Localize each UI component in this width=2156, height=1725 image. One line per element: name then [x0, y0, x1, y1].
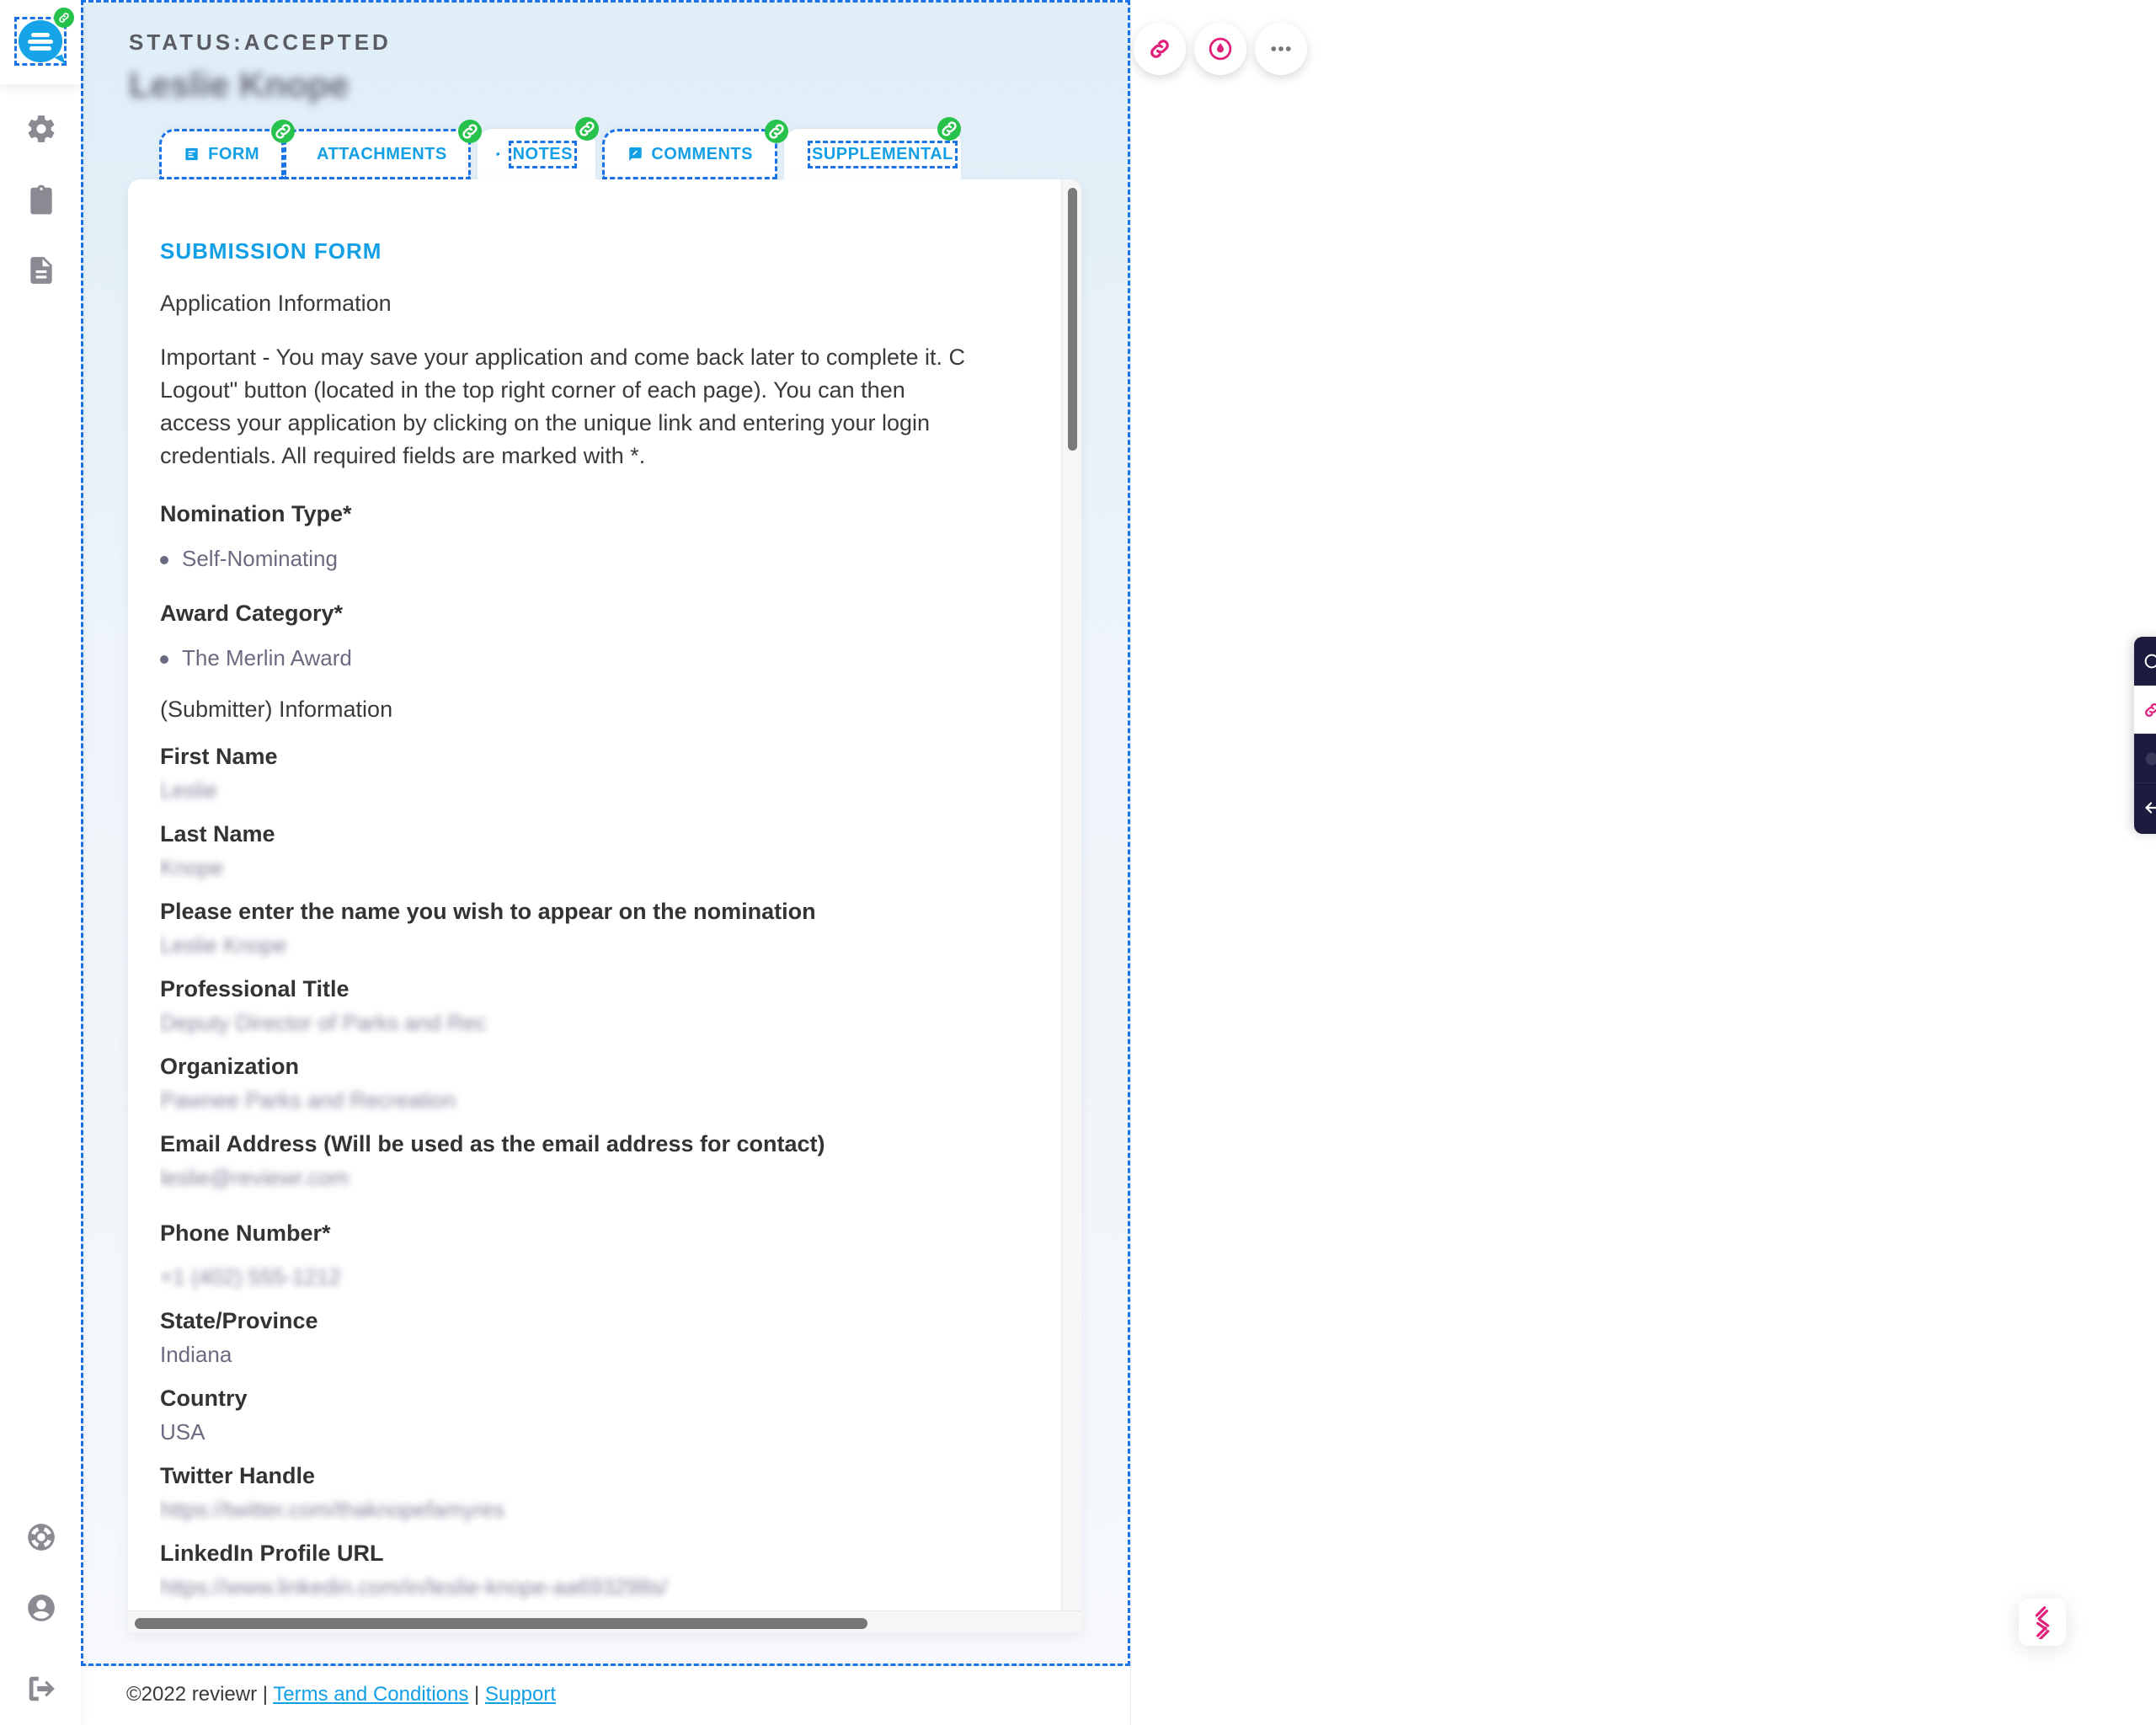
- form-icon: [185, 147, 198, 161]
- logo-area: [0, 0, 81, 84]
- tab-form[interactable]: FORM: [159, 120, 295, 179]
- submission-tabs: FORM ATTACHMENTS NOTES COMMENTS SUPPLEME…: [159, 117, 968, 181]
- clipboard-icon[interactable]: [25, 184, 57, 216]
- field-value: Leslie: [160, 777, 217, 803]
- field-label: Phone Number*: [160, 1220, 331, 1246]
- field-value: +1 (402) 555-1212: [160, 1264, 341, 1290]
- water-drop-icon: [1209, 37, 1232, 61]
- terms-link[interactable]: Terms and Conditions: [273, 1683, 468, 1706]
- section-application-info: Application Information: [160, 291, 392, 316]
- text-label: Self-Nominating: [182, 546, 338, 571]
- lifebuoy-icon[interactable]: [25, 1521, 57, 1553]
- user-circle-icon[interactable]: [25, 1592, 57, 1624]
- tab-notes[interactable]: NOTES: [478, 117, 599, 179]
- important-line: Important - You may save your applicatio…: [160, 344, 965, 370]
- link-icon: [2145, 702, 2156, 717]
- submission-form-card: SUBMISSION FORM Application Information …: [128, 179, 1081, 1632]
- award-category-value: The Merlin Award: [160, 645, 352, 671]
- horizontal-scrollbar[interactable]: [128, 1610, 1081, 1632]
- link-badge-icon[interactable]: [271, 120, 295, 143]
- document-icon[interactable]: [25, 254, 57, 286]
- support-link[interactable]: Support: [485, 1683, 556, 1706]
- field-value: Pawnee Parks and Recreation: [160, 1087, 456, 1113]
- field-label: Organization: [160, 1054, 300, 1079]
- edge-toolbar: [2134, 637, 2156, 834]
- review-panel: [1130, 0, 2156, 1725]
- icon-sidebar: [0, 0, 81, 1725]
- tab-comments-label: COMMENTS: [651, 144, 753, 163]
- tab-attachments-label: ATTACHMENTS: [317, 144, 447, 163]
- form-title: SUBMISSION FORM: [160, 238, 382, 264]
- comment-icon: [629, 147, 642, 162]
- important-line: Logout" button (located in the top right…: [160, 377, 905, 403]
- nomination-type-label: Nomination Type*: [160, 501, 352, 526]
- link-badge-icon[interactable]: [937, 117, 961, 141]
- field-label: First Name: [160, 744, 278, 769]
- tab-form-label: FORM: [208, 144, 259, 163]
- status-label: STATUS:ACCEPTED: [129, 29, 392, 55]
- text-label: The Merlin Award: [182, 645, 352, 670]
- vertical-scrollbar[interactable]: [1061, 179, 1081, 1616]
- footer-separator: |: [468, 1683, 485, 1706]
- field-value: leslie@reviewr.com: [160, 1165, 350, 1190]
- link-badge-icon[interactable]: [765, 120, 788, 143]
- section-submitter-info: (Submitter) Information: [160, 697, 393, 722]
- more-icon: [1271, 46, 1291, 51]
- horizontal-scroll-thumb[interactable]: [135, 1618, 867, 1629]
- brand-chevrons-icon: [2035, 1606, 2050, 1639]
- link-icon: [1150, 40, 1169, 58]
- field-value: https://www.linkedin.com/in/leslie-knope…: [160, 1574, 668, 1599]
- important-line: credentials. All required fields are mar…: [160, 443, 646, 468]
- link-badge-icon[interactable]: [575, 117, 599, 141]
- field-label: Twitter Handle: [160, 1463, 316, 1488]
- field-label: LinkedIn Profile URL: [160, 1541, 384, 1566]
- chat-logo-icon: [19, 20, 62, 62]
- field-label: Email Address (Will be used as the email…: [160, 1131, 825, 1156]
- edge-hide-button[interactable]: [2134, 734, 2156, 783]
- field-label: Country: [160, 1386, 248, 1411]
- edge-search-button[interactable]: [2134, 637, 2156, 686]
- important-line: access your application by clicking on t…: [160, 410, 931, 435]
- hide-icon: [2145, 752, 2156, 765]
- field-label: Last Name: [160, 821, 275, 846]
- footer: ©2022 reviewr | Terms and Conditions | S…: [126, 1683, 556, 1706]
- award-category-label: Award Category*: [160, 601, 344, 626]
- color-button[interactable]: [1194, 23, 1246, 75]
- field-label: Please enter the name you wish to appear…: [160, 899, 816, 924]
- edge-collapse-button[interactable]: [2134, 783, 2156, 832]
- bullet-dot: [160, 556, 168, 565]
- link-badge-icon[interactable]: [54, 8, 74, 28]
- tab-attachments[interactable]: ATTACHMENTS: [284, 120, 482, 179]
- note-icon: [496, 152, 500, 156]
- field-label: State/Province: [160, 1308, 318, 1333]
- field-value: https://twitter.com/thaknopefamyres: [160, 1497, 504, 1522]
- floating-actions: [1134, 23, 1307, 75]
- form-content: SUBMISSION FORM Application Information …: [160, 179, 1063, 1611]
- tab-comments[interactable]: COMMENTS: [602, 120, 788, 179]
- field-value: Indiana: [160, 1342, 232, 1367]
- link-badge-icon[interactable]: [458, 120, 482, 143]
- field-value: Leslie Knope: [160, 932, 287, 958]
- collapse-arrow-icon: [2145, 802, 2156, 814]
- edge-link-button[interactable]: [2134, 686, 2156, 734]
- floating-app-button[interactable]: [2019, 1599, 2066, 1646]
- field-label: Professional Title: [160, 976, 350, 1001]
- search-icon: [2144, 654, 2156, 668]
- gear-icon[interactable]: [25, 113, 57, 145]
- submission-panel: STATUS:ACCEPTED Leslie Knope FORM ATTACH…: [81, 0, 1130, 1666]
- tab-supplemental[interactable]: SUPPLEMENTAL: [784, 117, 961, 179]
- field-value: USA: [160, 1419, 205, 1445]
- bullet-dot: [160, 655, 168, 665]
- nomination-type-value: Self-Nominating: [160, 546, 338, 572]
- tab-notes-label: NOTES: [508, 140, 577, 168]
- vertical-scroll-thumb[interactable]: [1068, 188, 1077, 451]
- applicant-name: Leslie Knope: [129, 65, 350, 104]
- logout-icon[interactable]: [25, 1673, 57, 1705]
- link-button[interactable]: [1134, 23, 1186, 75]
- field-value: Knope: [160, 855, 224, 880]
- tab-supplemental-label: SUPPLEMENTAL: [808, 140, 958, 168]
- copyright-text: ©2022 reviewr |: [126, 1683, 274, 1706]
- field-value: Deputy Director of Parks and Rec: [160, 1010, 487, 1035]
- more-button[interactable]: [1255, 23, 1307, 75]
